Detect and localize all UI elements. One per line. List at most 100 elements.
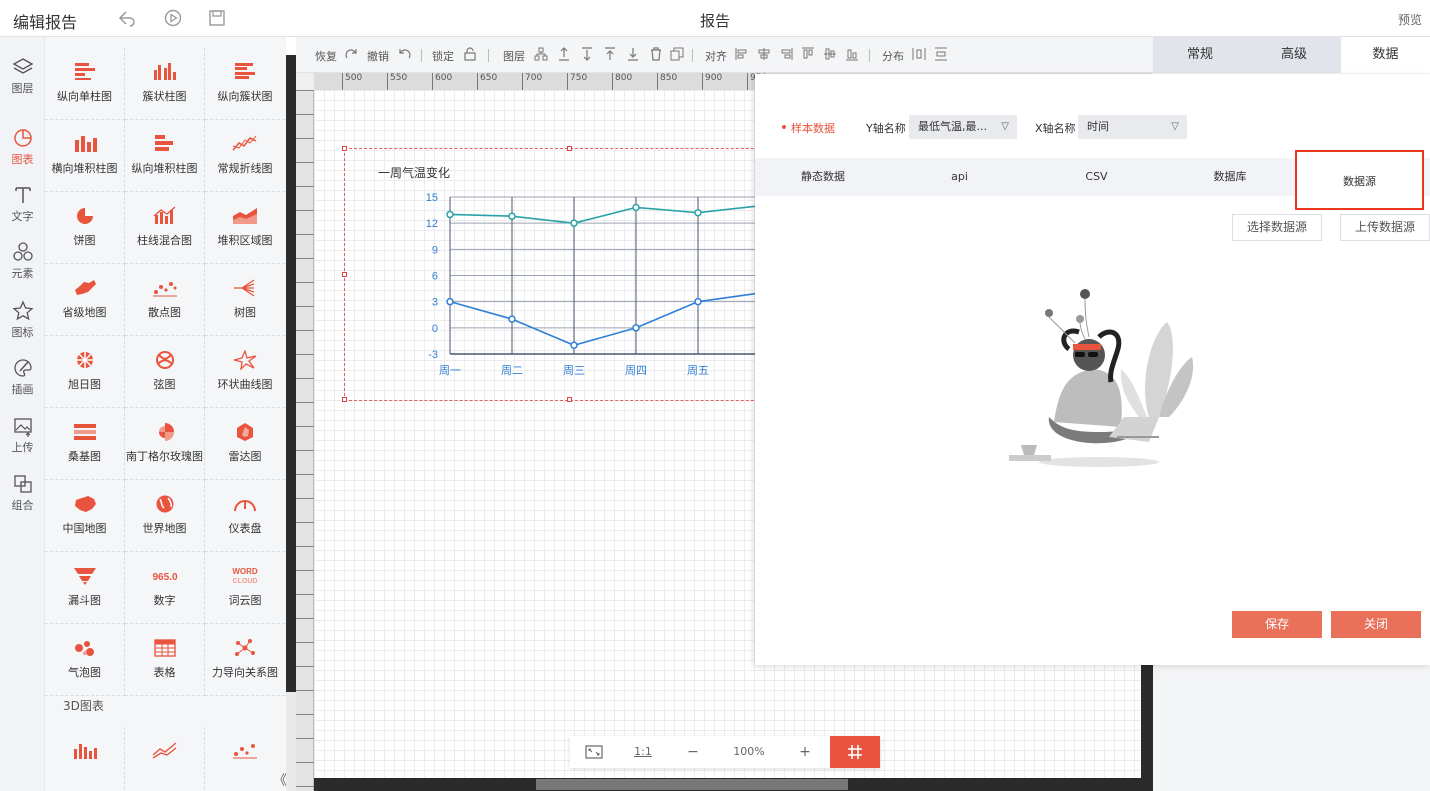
redo-label[interactable]: 恢复 — [315, 48, 337, 64]
align-bottom-icon[interactable] — [845, 47, 859, 61]
x-axis-select[interactable]: 时间 ▽ — [1078, 115, 1187, 139]
align-top-icon[interactable] — [801, 47, 815, 61]
palette-item[interactable]: 纵向簇状图 — [205, 48, 285, 120]
copy-icon[interactable] — [670, 47, 684, 61]
palette-item[interactable]: 漏斗图 — [45, 552, 125, 624]
palette-item[interactable]: 饼图 — [45, 192, 125, 264]
redo-icon[interactable] — [344, 47, 358, 61]
layer-tree-icon[interactable] — [534, 47, 548, 61]
nav-layers[interactable]: 图层 — [0, 50, 45, 106]
align-middle-icon[interactable] — [823, 47, 837, 61]
palette-item[interactable]: 常规折线图 — [205, 120, 285, 192]
tab-general[interactable]: 常规 — [1153, 37, 1247, 73]
tab-database[interactable]: 数据库 — [1165, 158, 1295, 196]
tab-static-data[interactable]: 静态数据 — [755, 158, 891, 196]
send-to-back-icon[interactable] — [626, 47, 640, 61]
delete-icon[interactable] — [649, 47, 663, 61]
palette-item[interactable]: 力导向关系图 — [205, 624, 285, 696]
palette-item[interactable]: 树图 — [205, 264, 285, 336]
nav-text[interactable]: 文字 — [0, 178, 45, 234]
tab-data-source[interactable]: 数据源 — [1295, 150, 1424, 210]
zoom-out-button[interactable]: − — [668, 736, 718, 768]
distribute-label[interactable]: 分布 — [882, 48, 904, 64]
undo-icon[interactable] — [117, 8, 137, 28]
data-point — [632, 324, 640, 332]
selected-chart-widget[interactable]: 一周气温变化 15 12 9 6 3 0 -3 周一 周二 周三 周四 周五 — [342, 146, 794, 402]
actual-size-button[interactable]: 1:1 — [618, 736, 668, 768]
upload-data-source-button[interactable]: 上传数据源 — [1340, 214, 1430, 241]
fit-screen-button[interactable] — [570, 736, 618, 768]
tab-advanced[interactable]: 高级 — [1247, 37, 1341, 73]
palette-item[interactable]: 仪表盘 — [205, 480, 285, 552]
close-button[interactable]: 关闭 — [1331, 611, 1421, 638]
nav-upload[interactable]: 上传 — [0, 409, 45, 465]
palette-item[interactable]: 柱线混合图 — [125, 192, 205, 264]
undo-arrow-icon[interactable] — [398, 47, 412, 61]
palette-item[interactable]: WORD CLOUD 词云图 — [205, 552, 285, 624]
save-icon[interactable] — [207, 8, 227, 28]
distribute-h-icon[interactable] — [912, 47, 926, 61]
bring-forward-icon[interactable] — [557, 47, 571, 61]
palette-scrollbar[interactable] — [286, 55, 296, 791]
lock-icon[interactable] — [463, 47, 477, 61]
palette-item[interactable]: 横向堆积柱图 — [45, 120, 125, 192]
palette-item[interactable]: 弦图 — [125, 336, 205, 408]
nav-elements[interactable]: 元素 — [0, 235, 45, 291]
nav-group[interactable]: 组合 — [0, 467, 45, 523]
layer-label[interactable]: 图层 — [503, 48, 525, 64]
grid-toggle-button[interactable] — [830, 736, 880, 768]
palette-item[interactable]: 中国地图 — [45, 480, 125, 552]
tab-csv[interactable]: CSV — [1028, 158, 1165, 196]
palette-item[interactable]: 南丁格尔玫瑰图 — [125, 408, 205, 480]
palette-item[interactable]: 表格 — [125, 624, 205, 696]
nav-illustrations[interactable]: 插画 — [0, 351, 45, 407]
align-center-h-icon[interactable] — [757, 47, 771, 61]
palette-item-label: 横向堆积柱图 — [51, 162, 118, 175]
palette-item-label: 数字 — [153, 594, 176, 607]
send-backward-icon[interactable] — [580, 47, 594, 61]
ruler-tick — [296, 498, 314, 522]
tab-api[interactable]: api — [891, 158, 1028, 196]
tab-data[interactable]: 数据 — [1341, 37, 1430, 73]
scatter-icon — [152, 282, 177, 297]
palette-item-3d-bar[interactable] — [45, 727, 125, 791]
palette-item[interactable]: 环状曲线图 — [205, 336, 285, 408]
palette-item-3d-line[interactable] — [125, 727, 205, 791]
y-axis-select[interactable]: 最低气温,最... ▽ — [909, 115, 1017, 139]
align-right-icon[interactable] — [779, 47, 793, 61]
palette-item[interactable]: 气泡图 — [45, 624, 125, 696]
palette-item[interactable]: 省级地图 — [45, 264, 125, 336]
bring-to-front-icon[interactable] — [603, 47, 617, 61]
zoom-in-button[interactable]: + — [780, 736, 830, 768]
align-label[interactable]: 对齐 — [705, 48, 727, 64]
canvas-horizontal-scrollbar[interactable] — [314, 778, 1144, 791]
palette-scroll-thumb[interactable] — [286, 55, 296, 692]
palette-item[interactable]: 雷达图 — [205, 408, 285, 480]
sample-data-link[interactable]: 样本数据 — [782, 120, 835, 136]
palette-item[interactable]: 965.0 数字 — [125, 552, 205, 624]
funnel-icon — [73, 568, 96, 585]
nav-icons[interactable]: 图标 — [0, 294, 45, 350]
align-left-icon[interactable] — [735, 47, 749, 61]
palette-item[interactable]: 纵向单柱图 — [45, 48, 125, 120]
chart-palette: 纵向单柱图 簇状柱图 纵向簇状图横向堆积柱图 纵向堆积柱图 常规折线图饼图 柱线混合图 堆积… — [45, 37, 286, 791]
palette-item[interactable]: 堆积区域图 — [205, 192, 285, 264]
lock-label[interactable]: 锁定 — [432, 48, 454, 64]
palette-item[interactable]: 散点图 — [125, 264, 205, 336]
palette-item[interactable]: 桑基图 — [45, 408, 125, 480]
palette-item[interactable]: 簇状柱图 — [125, 48, 205, 120]
palette-item[interactable]: 世界地图 — [125, 480, 205, 552]
palette-item[interactable]: 纵向堆积柱图 — [125, 120, 205, 192]
data-point — [632, 203, 640, 212]
nav-charts[interactable]: 图表 — [0, 121, 45, 177]
undo-label[interactable]: 撤销 — [367, 48, 389, 64]
save-button[interactable]: 保存 — [1232, 611, 1322, 638]
palette-item-label: 省级地图 — [62, 306, 107, 319]
play-icon[interactable] — [163, 8, 183, 28]
preview-button[interactable]: 预览 — [1398, 11, 1422, 28]
distribute-v-icon[interactable] — [934, 47, 948, 61]
palette-item[interactable]: 旭日图 — [45, 336, 125, 408]
select-data-source-button[interactable]: 选择数据源 — [1232, 214, 1322, 241]
canvas-scroll-thumb[interactable] — [536, 779, 848, 790]
collapse-palette-button[interactable]: 《 — [273, 770, 286, 790]
